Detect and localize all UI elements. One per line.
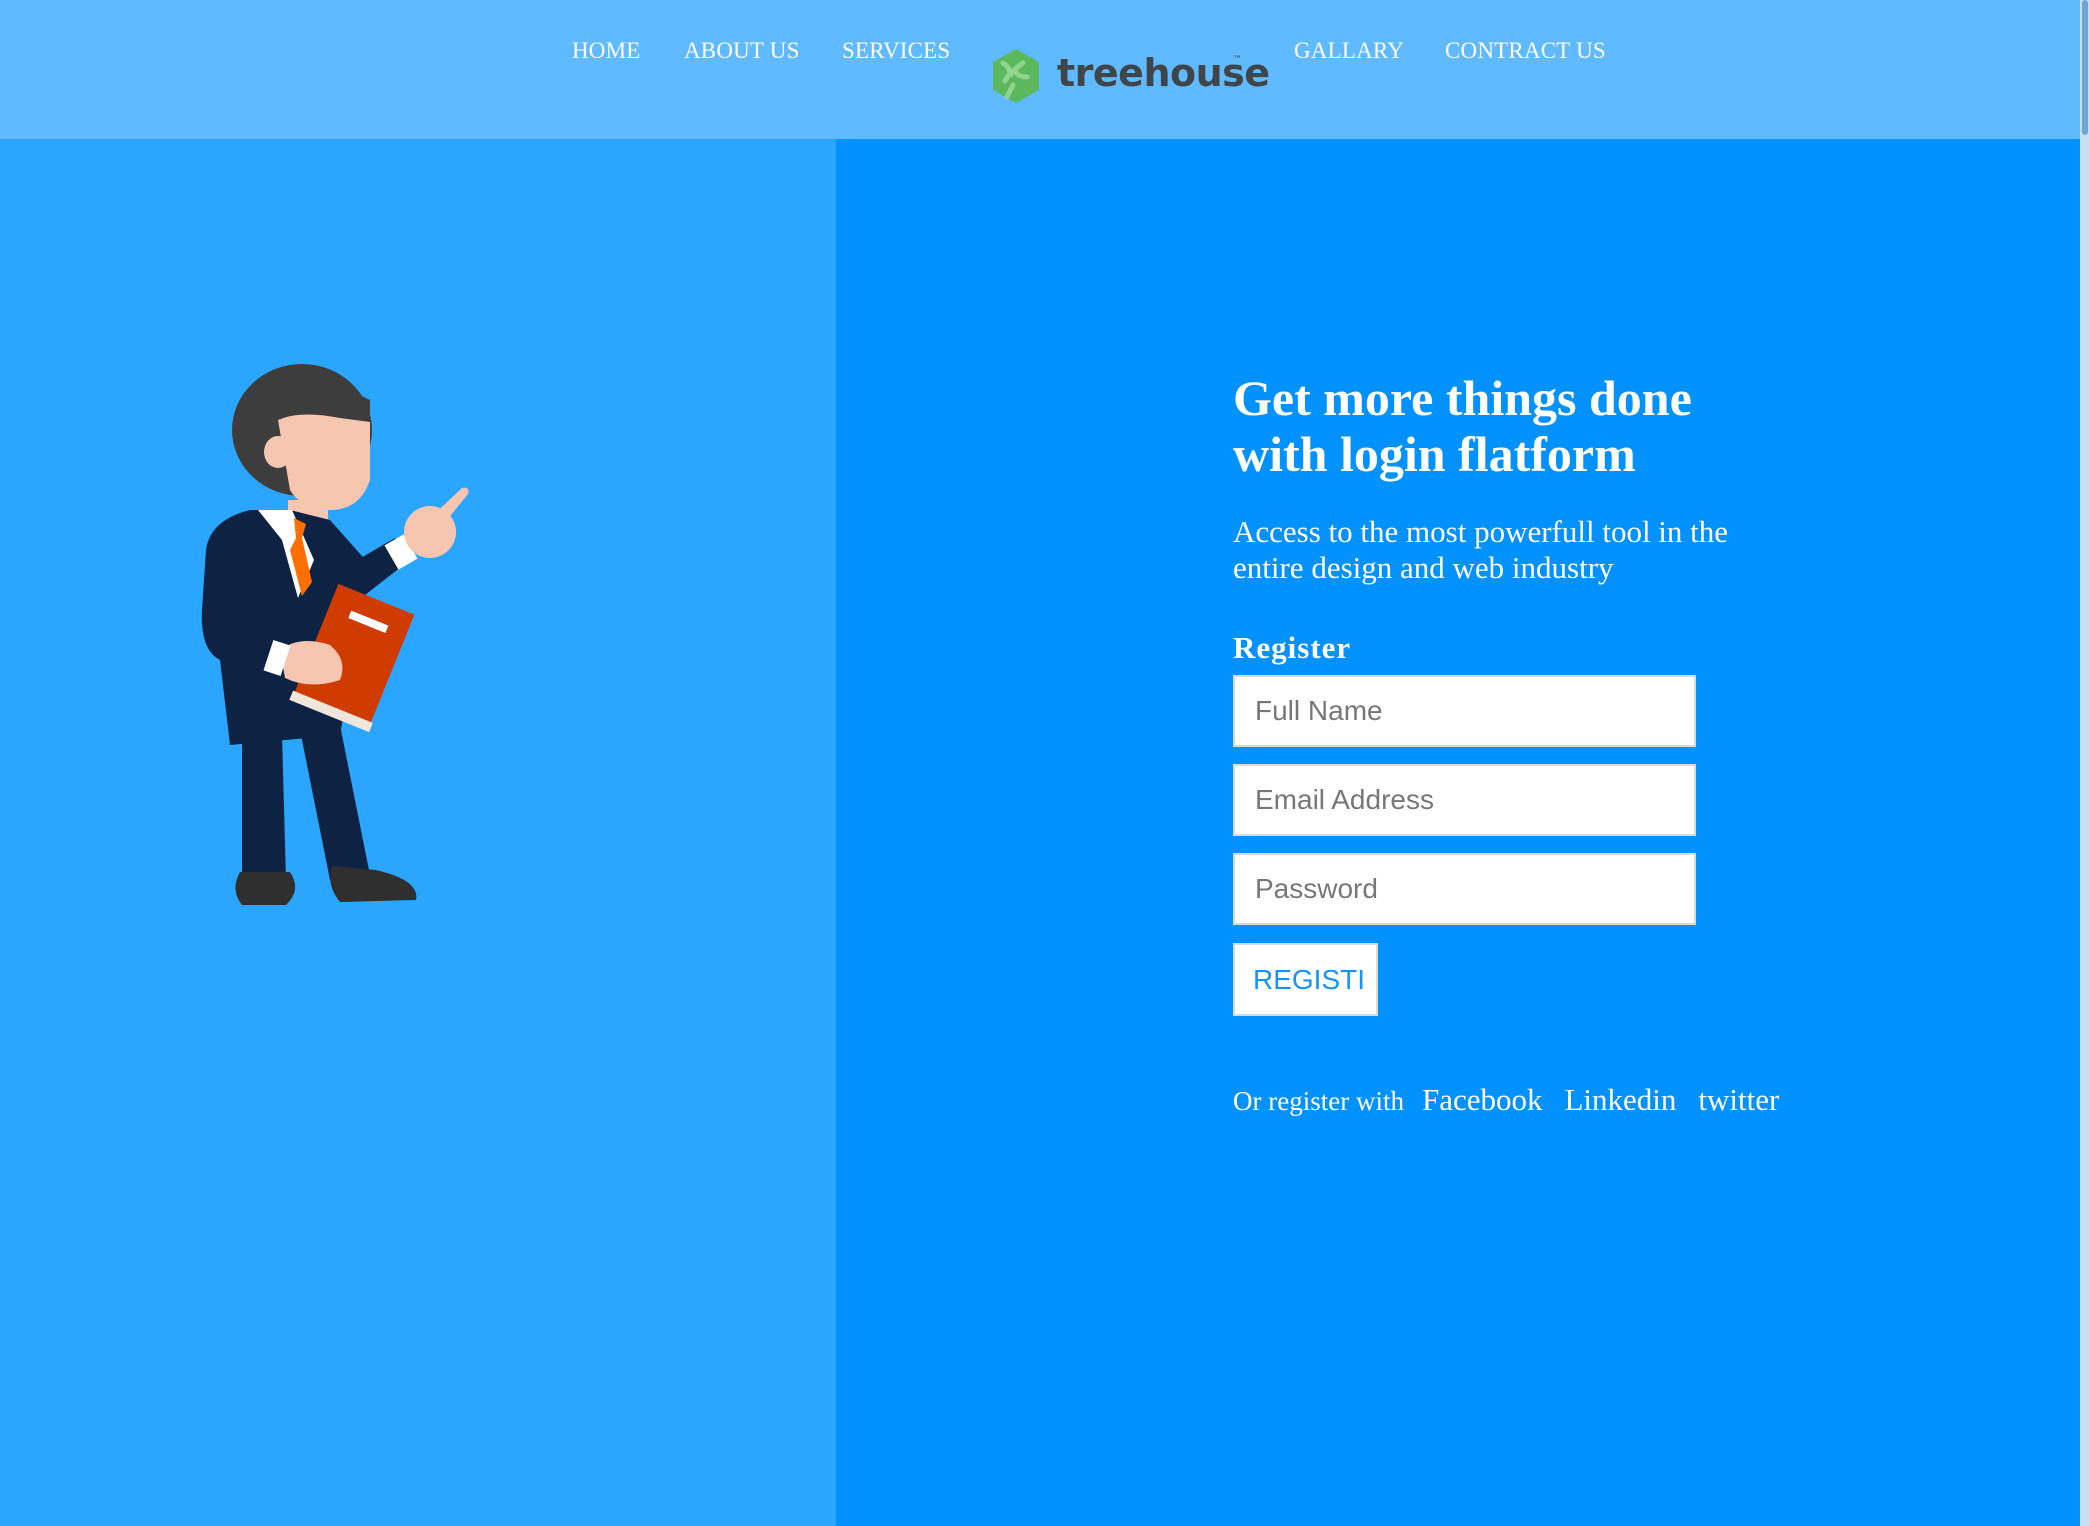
register-heading: Register [1233,630,1352,665]
treehouse-logo-icon [993,49,1039,103]
register-button[interactable]: REGISTI [1233,943,1378,1016]
hero-subtitle: Access to the most powerfull tool in the… [1233,514,1729,585]
facebook-link[interactable]: Facebook [1422,1082,1543,1117]
nav-contract-us-link[interactable]: CONTRACT US [1445,38,1606,64]
scrollbar-thumb[interactable] [2082,0,2088,135]
nav-home-link[interactable]: HOME [572,38,641,64]
businessman-illustration [201,364,469,905]
treehouse-logo[interactable]: treehouse ™ [989,47,1270,107]
social-register-row: Or register with Facebook Linkedin twitt… [1233,1082,1797,1122]
hero-title: Get more things done with login flatform [1233,370,1692,482]
social-prefix-text: Or register with [1233,1086,1404,1116]
full-name-input[interactable] [1233,675,1696,747]
page-scrollbar[interactable] [2080,0,2090,1526]
password-input[interactable] [1233,853,1696,925]
main-nav: HOME ABOUT US SERVICES treehouse ™ GALLA… [0,30,2090,103]
email-input[interactable] [1233,764,1696,836]
nav-gallary-link[interactable]: GALLARY [1294,38,1404,64]
logo-trademark: ™ [1233,55,1242,65]
twitter-link[interactable]: twitter [1698,1082,1779,1117]
nav-about-us-link[interactable]: ABOUT US [684,38,800,64]
linkedin-link[interactable]: Linkedin [1564,1082,1676,1117]
nav-services-link[interactable]: SERVICES [842,38,950,64]
site-header: HOME ABOUT US SERVICES treehouse ™ GALLA… [0,0,2090,139]
